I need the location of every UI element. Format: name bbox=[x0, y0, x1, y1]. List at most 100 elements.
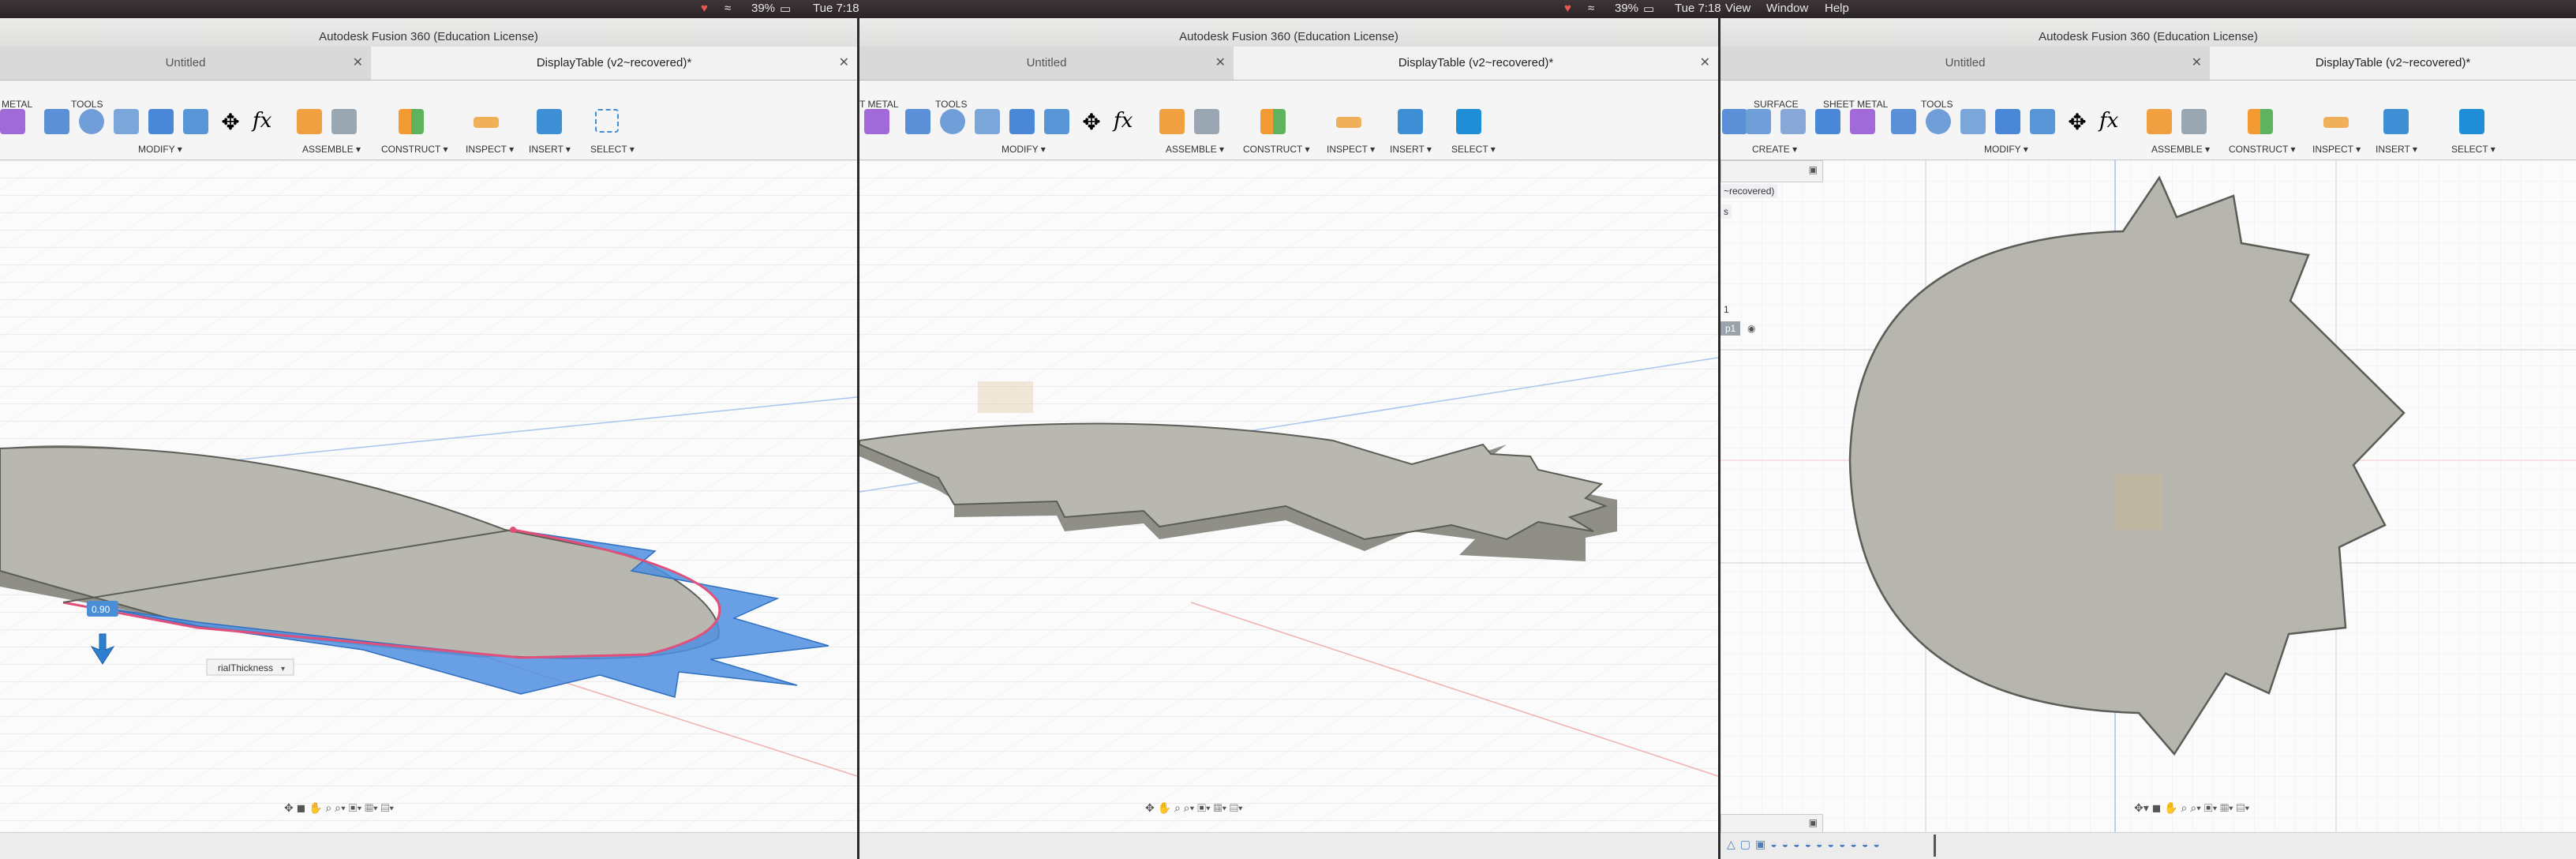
toolbar-tab-tools[interactable]: TOOLS bbox=[1921, 99, 1953, 110]
create-form-icon[interactable] bbox=[864, 109, 889, 134]
select-arrow-icon[interactable] bbox=[2459, 109, 2484, 134]
insert-menu[interactable]: INSERT ▾ bbox=[529, 144, 571, 155]
toolbar-tab-tools[interactable]: TOOLS bbox=[935, 99, 967, 110]
toolbar-tab-metal[interactable]: METAL bbox=[2, 99, 32, 110]
nav-bar-3[interactable]: ✥▾ ◼ ✋ ⌕ ⌕▾ ▣▾ ▦▾ ▤▾ bbox=[2134, 801, 2249, 819]
joint-icon[interactable] bbox=[331, 109, 357, 134]
fx-icon[interactable]: fx bbox=[2099, 109, 2125, 134]
browser-node-c[interactable]: p1 bbox=[1720, 321, 1741, 336]
menu-help[interactable]: Help bbox=[1825, 2, 1849, 15]
collapse-icon[interactable]: ▣ bbox=[1809, 164, 1818, 175]
timeline-features[interactable]: △▢▣◒◒◒◒◒◒◒◒◒◒ bbox=[1727, 838, 1885, 851]
browser-document-node[interactable]: ~recovered) bbox=[1720, 184, 1778, 198]
measure-icon[interactable] bbox=[474, 117, 499, 128]
create-form-icon[interactable] bbox=[1850, 109, 1875, 134]
create-form-icon[interactable] bbox=[0, 109, 25, 134]
press-pull-icon[interactable] bbox=[1891, 109, 1916, 134]
chamfer-icon[interactable] bbox=[114, 109, 139, 134]
comments-panel[interactable]: ▣ bbox=[1720, 814, 1823, 833]
construct-plane-icon[interactable] bbox=[1260, 109, 1286, 134]
tab-untitled[interactable]: Untitled ✕ bbox=[859, 47, 1234, 80]
fillet-icon[interactable] bbox=[940, 109, 965, 134]
press-pull-icon[interactable] bbox=[905, 109, 930, 134]
modify-menu[interactable]: MODIFY ▾ bbox=[1984, 144, 2028, 155]
timeline-marker[interactable] bbox=[1934, 835, 1936, 857]
extrude-icon[interactable] bbox=[1722, 109, 1747, 134]
select-menu[interactable]: SELECT ▾ bbox=[1451, 144, 1496, 155]
wifi-icon[interactable]: ≈ bbox=[724, 2, 731, 15]
tab-document[interactable]: DisplayTable (v2~recovered)* ✕ bbox=[371, 47, 857, 80]
insert-image-icon[interactable] bbox=[537, 109, 562, 134]
menu-clock-1[interactable]: Tue 7:18 bbox=[813, 2, 859, 15]
alert-icon-2[interactable]: ♥ bbox=[1564, 2, 1571, 15]
construct-menu[interactable]: CONSTRUCT ▾ bbox=[2229, 144, 2295, 155]
select-box-icon[interactable] bbox=[595, 109, 619, 133]
canvas-2-svg[interactable] bbox=[859, 160, 1718, 833]
fx-icon[interactable]: fx bbox=[1114, 109, 1139, 134]
expand-icon[interactable]: ▣ bbox=[1809, 817, 1818, 828]
menu-window[interactable]: Window bbox=[1766, 2, 1808, 15]
measure-icon[interactable] bbox=[1336, 117, 1361, 128]
nav-bar-2[interactable]: ✥ ✋ ⌕ ⌕▾ ▣▾ ▦▾ ▤▾ bbox=[1145, 801, 1243, 819]
canvas-viewport-1[interactable]: 0.90 rialThickness ▾ ✥ ◼ ✋ ⌕ ⌕▾ ▣▾ ▦▾ ▤▾ bbox=[0, 160, 857, 833]
joint-icon[interactable] bbox=[1194, 109, 1219, 134]
sweep-icon[interactable] bbox=[1780, 109, 1806, 134]
move-icon[interactable]: ✥ bbox=[218, 109, 243, 134]
new-component-icon[interactable] bbox=[2147, 109, 2172, 134]
toolbar-tab-surface[interactable]: SURFACE bbox=[1754, 99, 1799, 110]
insert-image-icon[interactable] bbox=[2383, 109, 2409, 134]
toolbar-tab-tools[interactable]: TOOLS bbox=[71, 99, 103, 110]
assemble-menu[interactable]: ASSEMBLE ▾ bbox=[1166, 144, 1224, 155]
browser-node-a[interactable]: s bbox=[1720, 204, 1732, 219]
insert-image-icon[interactable] bbox=[1398, 109, 1423, 134]
fillet-icon[interactable] bbox=[79, 109, 104, 134]
chamfer-icon[interactable] bbox=[1960, 109, 1986, 134]
combine-icon[interactable] bbox=[1044, 109, 1069, 134]
battery-label-2[interactable]: 39% bbox=[1615, 2, 1638, 15]
canvas-viewport-2[interactable]: ✥ ✋ ⌕ ⌕▾ ▣▾ ▦▾ ▤▾ bbox=[859, 160, 1718, 833]
move-icon[interactable]: ✥ bbox=[2065, 109, 2090, 134]
canvas-viewport-3[interactable]: ▣ ~recovered) s 1 p1 ◉ ▣ ✥▾ ◼ ✋ ⌕ ⌕▾ ▣▾ … bbox=[1720, 160, 2576, 833]
chamfer-icon[interactable] bbox=[975, 109, 1000, 134]
construct-menu[interactable]: CONSTRUCT ▾ bbox=[1243, 144, 1309, 155]
insert-menu[interactable]: INSERT ▾ bbox=[1390, 144, 1432, 155]
assemble-menu[interactable]: ASSEMBLE ▾ bbox=[302, 144, 361, 155]
shell-icon[interactable] bbox=[1009, 109, 1035, 134]
new-component-icon[interactable] bbox=[1159, 109, 1185, 134]
wifi-icon-2[interactable]: ≈ bbox=[1588, 2, 1594, 15]
select-arrow-icon[interactable] bbox=[1456, 109, 1481, 134]
joint-icon[interactable] bbox=[2181, 109, 2207, 134]
measure-icon[interactable] bbox=[2323, 117, 2349, 128]
eye-icon[interactable]: ◉ bbox=[1747, 323, 1755, 334]
browser-node-b[interactable]: 1 bbox=[1720, 302, 1732, 317]
tab-untitled[interactable]: Untitled ✕ bbox=[0, 47, 372, 80]
select-menu[interactable]: SELECT ▾ bbox=[2451, 144, 2496, 155]
inspect-menu[interactable]: INSPECT ▾ bbox=[466, 144, 514, 155]
close-icon[interactable]: ✕ bbox=[353, 47, 363, 80]
combine-icon[interactable] bbox=[2030, 109, 2055, 134]
assemble-menu[interactable]: ASSEMBLE ▾ bbox=[2151, 144, 2210, 155]
combine-icon[interactable] bbox=[183, 109, 208, 134]
toolbar-tab-sheet-metal[interactable]: SHEET METAL bbox=[1823, 99, 1888, 110]
modify-menu[interactable]: MODIFY ▾ bbox=[1002, 144, 1046, 155]
fx-icon[interactable]: fx bbox=[253, 109, 278, 134]
modify-menu[interactable]: MODIFY ▾ bbox=[138, 144, 182, 155]
tab-document[interactable]: DisplayTable (v2~recovered)* bbox=[2210, 47, 2576, 80]
pattern-icon[interactable] bbox=[1815, 109, 1840, 134]
alert-icon[interactable]: ♥ bbox=[701, 2, 708, 15]
close-icon[interactable]: ✕ bbox=[1215, 47, 1226, 80]
canvas-1-svg[interactable]: 0.90 rialThickness ▾ bbox=[0, 160, 857, 833]
create-menu[interactable]: CREATE ▾ bbox=[1752, 144, 1797, 155]
toolbar-tab-metal[interactable]: T METAL bbox=[859, 99, 899, 110]
inspect-menu[interactable]: INSPECT ▾ bbox=[1327, 144, 1375, 155]
new-component-icon[interactable] bbox=[297, 109, 322, 134]
fillet-icon[interactable] bbox=[1926, 109, 1951, 134]
construct-menu[interactable]: CONSTRUCT ▾ bbox=[381, 144, 447, 155]
shell-icon[interactable] bbox=[148, 109, 174, 134]
menu-clock-2[interactable]: Tue 7:18 bbox=[1675, 2, 1721, 15]
browser-panel-header[interactable]: ▣ bbox=[1720, 160, 1823, 182]
tab-document[interactable]: DisplayTable (v2~recovered)* ✕ bbox=[1234, 47, 1718, 80]
tab-untitled[interactable]: Untitled ✕ bbox=[1720, 47, 2211, 80]
revolve-icon[interactable] bbox=[1746, 109, 1771, 134]
close-icon[interactable]: ✕ bbox=[1700, 47, 1710, 80]
